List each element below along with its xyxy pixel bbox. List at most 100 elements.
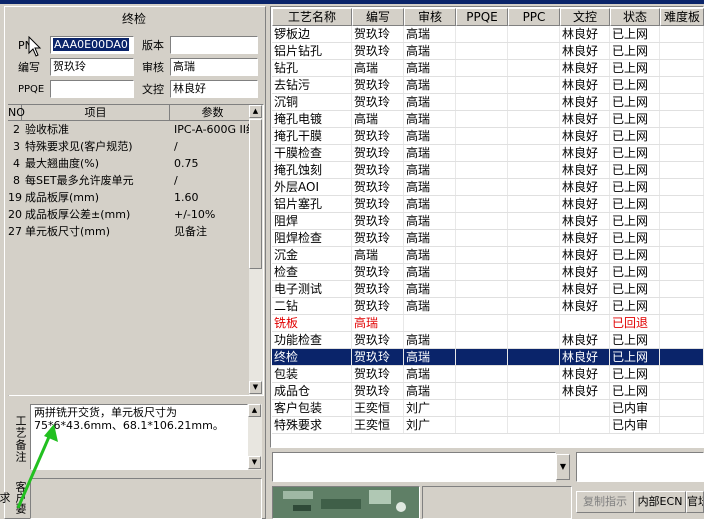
cell-ppqe: [456, 281, 508, 297]
col-ppc[interactable]: PPC: [508, 8, 560, 26]
process-row[interactable]: 电子测试 贺玖玲 高瑞 林良好 已上网: [272, 281, 704, 298]
process-row[interactable]: 铣板 高瑞 已回退: [272, 315, 704, 332]
cell-difficulty: [660, 383, 704, 399]
bottom-combo-1[interactable]: [272, 452, 556, 482]
cell-status: 已上网: [610, 213, 660, 229]
cell-ppc: [508, 332, 560, 348]
process-row[interactable]: 功能检查 贺玖玲 高瑞 林良好 已上网: [272, 332, 704, 349]
param-row[interactable]: 8 每SET最多允许废单元 /: [8, 172, 256, 189]
customer-req-box[interactable]: [30, 478, 262, 519]
cell-status: 已上网: [610, 332, 660, 348]
combo-dropdown-arrow-icon[interactable]: ▼: [556, 454, 570, 480]
note-scrollbar[interactable]: ▲ ▼: [248, 404, 262, 470]
col-status[interactable]: 状态: [610, 8, 660, 26]
wenkong-label: 文控: [142, 83, 164, 96]
process-row[interactable]: 掩孔蚀刻 贺玖玲 高瑞 林良好 已上网: [272, 162, 704, 179]
cell-ppc: [508, 77, 560, 93]
param-col-no[interactable]: NO: [8, 105, 25, 121]
cell-ppqe: [456, 196, 508, 212]
col-reviewer[interactable]: 审核: [404, 8, 456, 26]
param-row[interactable]: 4 最大翘曲度(%) 0.75: [8, 155, 256, 172]
param-col-value[interactable]: 参数: [170, 105, 256, 121]
version-field[interactable]: [170, 36, 258, 54]
cell-process-name: 客户包装: [272, 400, 352, 416]
more-button[interactable]: 官坛: [686, 491, 704, 513]
process-row[interactable]: 阻焊 贺玖玲 高瑞 林良好 已上网: [272, 213, 704, 230]
scroll-down-arrow-icon[interactable]: ▼: [249, 381, 262, 394]
process-row[interactable]: 客户包装 王奕恒 刘广 已内审: [272, 400, 704, 417]
cell-ppqe: [456, 383, 508, 399]
cell-status: 已上网: [610, 60, 660, 76]
cell-status: 已上网: [610, 383, 660, 399]
pn-field[interactable]: AAA0E00DA0: [50, 36, 134, 54]
process-note-box[interactable]: 两拼铣开交货，单元板尺寸为 75*6*43.6mm、68.1*106.21mm。: [30, 404, 248, 470]
note-scroll-up-icon[interactable]: ▲: [248, 404, 261, 417]
process-row[interactable]: 钻孔 高瑞 高瑞 林良好 已上网: [272, 60, 704, 77]
process-row[interactable]: 阻焊检查 贺玖玲 高瑞 林良好 已上网: [272, 230, 704, 247]
col-writer[interactable]: 编写: [352, 8, 404, 26]
process-row[interactable]: 掩孔电镀 高瑞 高瑞 林良好 已上网: [272, 111, 704, 128]
process-row[interactable]: 沉金 高瑞 高瑞 林良好 已上网: [272, 247, 704, 264]
cell-writer: 贺玖玲: [352, 43, 404, 59]
cell-status: 已上网: [610, 162, 660, 178]
cell-reviewer: [404, 315, 456, 331]
note-scroll-down-icon[interactable]: ▼: [248, 456, 261, 469]
cell-difficulty: [660, 111, 704, 127]
writer-field[interactable]: 贺玖玲: [50, 58, 134, 76]
cell-ppqe: [456, 77, 508, 93]
cell-difficulty: [660, 400, 704, 416]
process-row[interactable]: 外层AOI 贺玖玲 高瑞 林良好 已上网: [272, 179, 704, 196]
cell-writer: 贺玖玲: [352, 349, 404, 365]
process-row[interactable]: 成品仓 贺玖玲 高瑞 林良好 已上网: [272, 383, 704, 400]
cell-reviewer: 高瑞: [404, 366, 456, 382]
ppqe-field[interactable]: [50, 80, 134, 98]
cell-difficulty: [660, 213, 704, 229]
cell-writer: 高瑞: [352, 247, 404, 263]
param-row[interactable]: 3 特殊要求见(客户规范) /: [8, 138, 256, 155]
param-col-item[interactable]: 项目: [22, 105, 170, 121]
col-wenkong[interactable]: 文控: [560, 8, 610, 26]
param-scrollbar[interactable]: ▲ ▼: [249, 105, 263, 395]
ppqe-label: PPQE: [18, 84, 45, 95]
cell-process-name: 特殊要求: [272, 417, 352, 433]
process-row[interactable]: 掩孔干膜 贺玖玲 高瑞 林良好 已上网: [272, 128, 704, 145]
process-row[interactable]: 终检 贺玖玲 高瑞 林良好 已上网: [272, 349, 704, 366]
process-row[interactable]: 锣板边 贺玖玲 高瑞 林良好 已上网: [272, 26, 704, 43]
process-row[interactable]: 二钻 贺玖玲 高瑞 林良好 已上网: [272, 298, 704, 315]
process-row[interactable]: 去钻污 贺玖玲 高瑞 林良好 已上网: [272, 77, 704, 94]
cell-process-name: 铝片钻孔: [272, 43, 352, 59]
process-row[interactable]: 沉铜 贺玖玲 高瑞 林良好 已上网: [272, 94, 704, 111]
col-process-name[interactable]: 工艺名称: [272, 8, 352, 26]
cell-writer: 贺玖玲: [352, 230, 404, 246]
cell-writer: 贺玖玲: [352, 213, 404, 229]
internal-ecn-button[interactable]: 内部ECN: [634, 491, 686, 513]
col-ppqe[interactable]: PPQE: [456, 8, 508, 26]
process-row[interactable]: 铝片塞孔 贺玖玲 高瑞 林良好 已上网: [272, 196, 704, 213]
cell-reviewer: 高瑞: [404, 60, 456, 76]
process-row[interactable]: 检查 贺玖玲 高瑞 林良好 已上网: [272, 264, 704, 281]
param-no: 27: [8, 225, 22, 238]
cell-difficulty: [660, 94, 704, 110]
cell-ppqe: [456, 332, 508, 348]
param-value: 0.75: [174, 157, 199, 170]
cell-ppc: [508, 43, 560, 59]
bottom-combo-2[interactable]: [576, 452, 704, 482]
scroll-up-arrow-icon[interactable]: ▲: [249, 105, 262, 118]
cell-writer: 贺玖玲: [352, 196, 404, 212]
wenkong-field[interactable]: 林良好: [170, 80, 258, 98]
cell-ppqe: [456, 349, 508, 365]
col-difficulty[interactable]: 难度板: [660, 8, 704, 26]
cell-ppc: [508, 145, 560, 161]
process-row[interactable]: 铝片钻孔 贺玖玲 高瑞 林良好 已上网: [272, 43, 704, 60]
param-row[interactable]: 27 单元板尺寸(mm) 见备注: [8, 223, 256, 240]
param-row[interactable]: 20 成品板厚公差±(mm) +/-10%: [8, 206, 256, 223]
cell-process-name: 检查: [272, 264, 352, 280]
process-row[interactable]: 包装 贺玖玲 高瑞 林良好 已上网: [272, 366, 704, 383]
process-row[interactable]: 特殊要求 王奕恒 刘广 已内审: [272, 417, 704, 434]
reviewer-field[interactable]: 高瑞: [170, 58, 258, 76]
scroll-thumb[interactable]: [249, 119, 262, 269]
param-row[interactable]: 2 验收标准 IPC-A-600G II级: [8, 121, 256, 138]
process-row[interactable]: 干膜检查 贺玖玲 高瑞 林良好 已上网: [272, 145, 704, 162]
copy-instruction-button[interactable]: 复制指示: [576, 491, 634, 513]
param-row[interactable]: 19 成品板厚(mm) 1.60: [8, 189, 256, 206]
